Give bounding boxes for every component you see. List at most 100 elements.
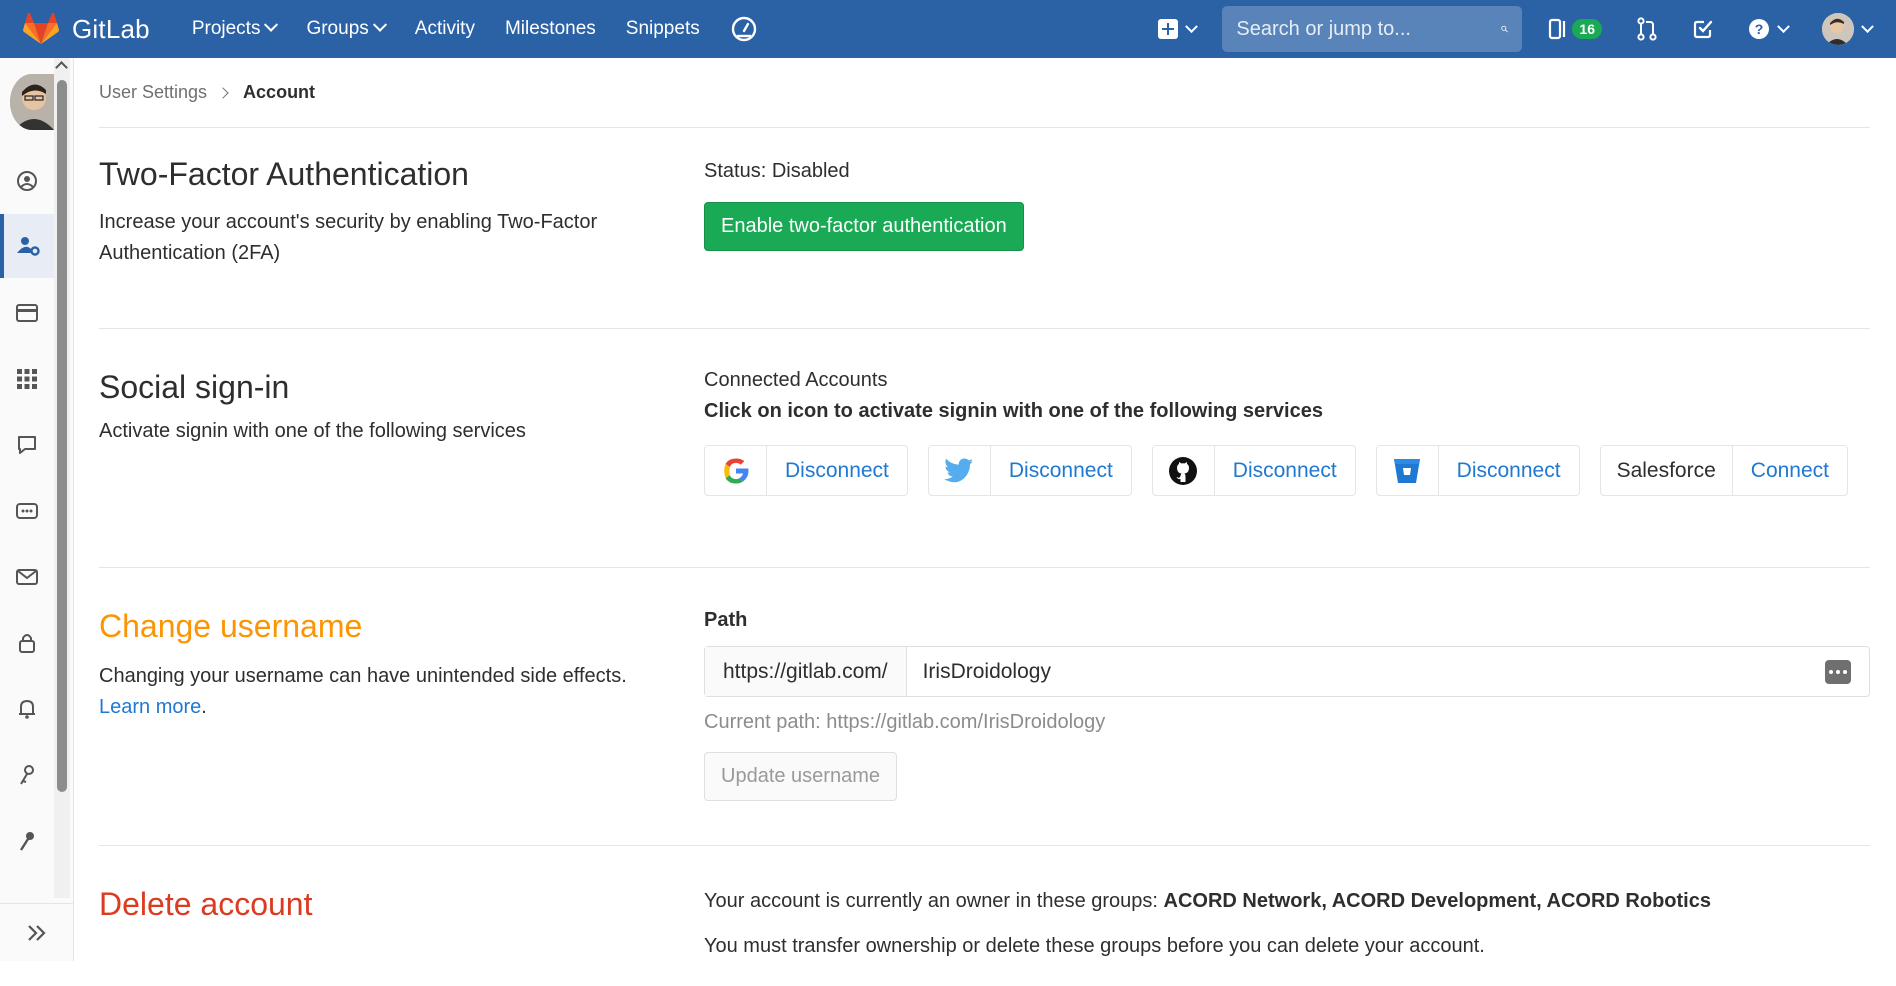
sidebar-item-chat[interactable] — [0, 420, 54, 470]
merge-requests-link[interactable] — [1636, 17, 1658, 41]
bell-icon — [19, 699, 35, 719]
brand-name: GitLab — [72, 13, 150, 44]
enable-two-factor-button[interactable]: Enable two-factor authentication — [704, 202, 1024, 251]
change-username-title: Change username — [99, 608, 363, 644]
lock-icon — [19, 634, 35, 653]
sidebar-scrollbar[interactable] — [54, 58, 70, 898]
owner-groups-list: ACORD Network, ACORD Development, ACORD … — [1163, 890, 1711, 912]
sidebar-item-ssh-keys[interactable] — [0, 750, 54, 800]
todo-check-icon — [1693, 20, 1713, 39]
sidebar-item-applications[interactable] — [0, 354, 54, 404]
collapse-sidebar-button[interactable] — [0, 903, 74, 961]
social-instruction: Click on icon to activate signin with on… — [704, 400, 1323, 422]
provider-list: Disconnect Disconnect Disconnect Disconn… — [704, 445, 1870, 496]
learn-more-link[interactable]: Learn more — [99, 696, 201, 718]
sidebar-item-gpg-keys[interactable] — [0, 816, 54, 866]
brand[interactable]: GitLab — [22, 0, 150, 58]
provider-bitbucket: Disconnect — [1375, 445, 1580, 496]
settings-sidebar — [0, 58, 74, 961]
sidebar-item-access-tokens[interactable] — [0, 486, 54, 536]
provider-github-disconnect[interactable]: Disconnect — [1215, 459, 1355, 483]
search-box[interactable] — [1222, 6, 1523, 52]
two-factor-section: Two-Factor Authentication Increase your … — [99, 128, 1870, 329]
nav-milestones[interactable]: Milestones — [505, 18, 596, 40]
autofill-more-icon[interactable] — [1825, 660, 1851, 684]
new-item-dropdown[interactable] — [1158, 19, 1199, 39]
svg-text:?: ? — [1755, 21, 1764, 37]
breadcrumb-account[interactable]: Account — [243, 82, 315, 103]
scrollbar-thumb[interactable] — [57, 80, 67, 792]
comment-icon — [18, 436, 36, 454]
avatar[interactable] — [10, 74, 54, 130]
provider-bitbucket-icon-button[interactable] — [1377, 446, 1439, 495]
path-label: Path — [704, 609, 748, 631]
change-username-section: Change username Changing your username c… — [99, 568, 1870, 846]
provider-bitbucket-disconnect[interactable]: Disconnect — [1439, 459, 1579, 483]
sidebar-item-account[interactable] — [0, 214, 54, 278]
avatar — [1822, 13, 1854, 45]
main-content: User Settings Account Two-Factor Authent… — [99, 58, 1870, 986]
key-icon — [19, 832, 34, 851]
nav-groups[interactable]: Groups — [306, 17, 387, 40]
learn-more-period: . — [201, 696, 207, 718]
chevron-right-icon — [217, 86, 229, 99]
user-menu-dropdown[interactable] — [1822, 13, 1874, 45]
current-path-text: Current path: https://gitlab.com/IrisDro… — [704, 711, 1106, 733]
username-input-group: https://gitlab.com/ IrisDroidology — [704, 646, 1870, 697]
nav-activity[interactable]: Activity — [415, 18, 475, 40]
issues-count-badge: 16 — [1572, 19, 1602, 39]
help-dropdown[interactable]: ? — [1748, 18, 1790, 40]
delete-account-section: Delete account Your account is currently… — [99, 846, 1870, 986]
plus-square-icon — [1158, 19, 1179, 39]
provider-google-disconnect[interactable]: Disconnect — [767, 459, 907, 483]
sidebar-item-billing[interactable] — [0, 288, 54, 338]
chevron-down-icon — [1185, 19, 1199, 33]
social-signin-title: Social sign-in — [99, 369, 290, 405]
sidebar-item-profile[interactable] — [0, 156, 54, 206]
transfer-ownership-text: You must transfer ownership or delete th… — [704, 935, 1485, 957]
applications-grid-icon — [17, 369, 37, 389]
social-signin-description: Activate signin with one of the followin… — [99, 420, 526, 442]
user-settings-icon — [17, 237, 40, 256]
search-input[interactable] — [1236, 17, 1502, 41]
nav-snippets[interactable]: Snippets — [626, 18, 700, 40]
credit-card-icon — [16, 304, 38, 322]
social-signin-section: Social sign-in Activate signin with one … — [99, 329, 1870, 568]
update-username-button[interactable]: Update username — [704, 752, 897, 801]
provider-twitter-icon-button[interactable] — [929, 446, 991, 495]
connected-accounts-label: Connected Accounts — [704, 369, 888, 391]
nav-projects[interactable]: Projects — [192, 17, 279, 40]
delete-account-title: Delete account — [99, 886, 313, 922]
issues-link[interactable]: 16 — [1548, 18, 1602, 40]
breadcrumb: User Settings Account — [99, 58, 1870, 128]
merge-request-icon — [1637, 17, 1657, 41]
chevron-down-icon — [1861, 19, 1874, 33]
provider-salesforce-label[interactable]: Salesforce — [1601, 446, 1733, 495]
chevron-down-icon — [372, 17, 387, 32]
provider-salesforce-connect[interactable]: Connect — [1733, 459, 1847, 483]
twitter-icon — [944, 458, 974, 482]
provider-twitter-disconnect[interactable]: Disconnect — [991, 459, 1131, 483]
sidebar-item-notifications[interactable] — [0, 684, 54, 734]
key-icon — [20, 765, 34, 785]
sidebar-item-password[interactable] — [0, 618, 54, 668]
breadcrumb-user-settings[interactable]: User Settings — [99, 82, 207, 103]
provider-google-icon-button[interactable] — [705, 446, 767, 495]
provider-github-icon-button[interactable] — [1153, 446, 1215, 495]
dashboard-gauge-icon — [731, 16, 756, 42]
nav-dashboard[interactable] — [730, 14, 760, 44]
token-icon — [16, 503, 38, 519]
username-value: IrisDroidology — [922, 659, 1051, 683]
sidebar-item-emails[interactable] — [0, 552, 54, 602]
path-prefix: https://gitlab.com/ — [705, 647, 907, 696]
username-input[interactable]: IrisDroidology — [907, 647, 1869, 696]
change-username-warning: Changing your username can have unintend… — [99, 665, 627, 687]
todos-link[interactable] — [1692, 18, 1714, 40]
scroll-up-icon[interactable] — [55, 61, 68, 74]
github-icon — [1169, 456, 1198, 485]
provider-salesforce: Salesforce Connect — [1599, 445, 1848, 496]
double-chevron-right-icon — [28, 924, 46, 941]
two-factor-status: Status: Disabled — [704, 160, 850, 182]
top-navbar: GitLab Projects Groups Activity Mileston… — [0, 0, 1896, 58]
nav-groups-label: Groups — [306, 18, 369, 39]
